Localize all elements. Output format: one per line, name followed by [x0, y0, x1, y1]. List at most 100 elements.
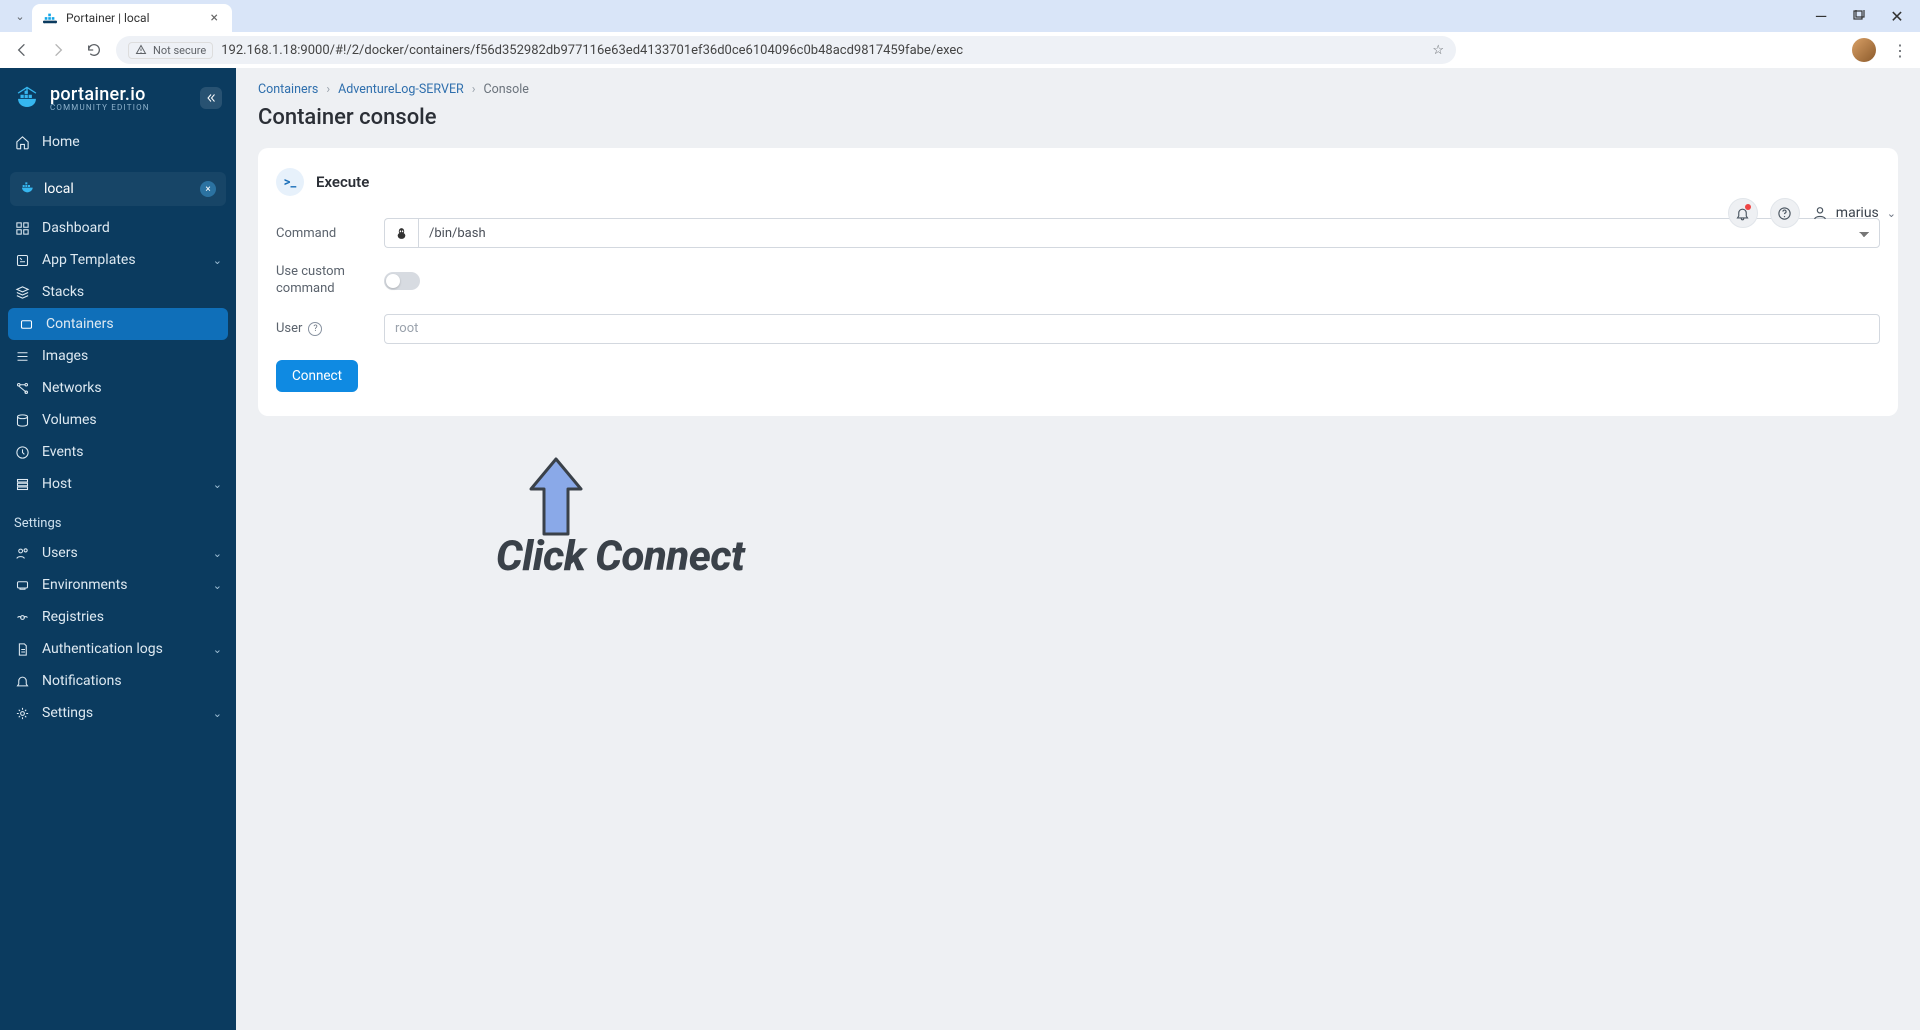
chevron-down-icon: ⌄ — [213, 579, 222, 592]
browser-tab[interactable]: Portainer | local × — [32, 4, 232, 32]
custom-command-label: Use custom command — [276, 264, 384, 298]
sidebar-item-volumes[interactable]: Volumes — [0, 404, 236, 436]
security-label: Not secure — [153, 44, 206, 57]
host-icon — [14, 477, 30, 492]
window-close[interactable]: ✕ — [1890, 9, 1904, 23]
chevron-down-icon: ⌄ — [1887, 207, 1896, 220]
breadcrumb-current: Console — [484, 82, 529, 97]
chevron-down-icon: ⌄ — [213, 547, 222, 560]
browser-menu-icon[interactable]: ⋮ — [1888, 41, 1912, 60]
window-controls: — ✕ — [1814, 9, 1912, 23]
notification-dot — [1745, 204, 1751, 210]
profile-avatar[interactable] — [1852, 38, 1876, 62]
sidebar-item-dashboard[interactable]: Dashboard — [0, 212, 236, 244]
docker-icon — [20, 179, 36, 199]
sidebar-item-label: Host — [42, 476, 72, 492]
settings-icon — [14, 706, 30, 721]
tab-title: Portainer | local — [66, 11, 207, 25]
sidebar-item-label: Images — [42, 348, 88, 364]
command-select[interactable]: /bin/bash — [418, 218, 1880, 248]
terminal-icon: >_ — [276, 168, 304, 196]
execute-card: >_ Execute Command /bin/bash Use cu — [258, 148, 1898, 416]
page-title: Container console — [258, 105, 1898, 130]
logo-subtitle: COMMUNITY EDITION — [50, 103, 150, 112]
user-label: User ? — [276, 321, 384, 336]
sidebar-item-label: Volumes — [42, 412, 97, 428]
sidebar-item-label: Home — [42, 134, 80, 150]
nav-back[interactable] — [8, 36, 36, 64]
sidebar-item-label: Settings — [42, 705, 93, 721]
security-chip[interactable]: Not secure — [128, 42, 213, 59]
portainer-favicon — [42, 10, 58, 26]
sidebar-item-registries[interactable]: Registries — [0, 601, 236, 633]
sidebar-item-stacks[interactable]: Stacks — [0, 276, 236, 308]
window-maximize[interactable] — [1852, 9, 1866, 23]
command-os-button[interactable] — [384, 218, 418, 248]
dashboard-icon — [14, 221, 30, 236]
main-area: Containers › AdventureLog-SERVER › Conso… — [236, 68, 1920, 1030]
chevron-down-icon: ⌄ — [213, 478, 222, 491]
sidebar: portainer.io COMMUNITY EDITION Home loca… — [0, 68, 236, 1030]
templates-icon — [14, 253, 30, 268]
user-name: marius — [1836, 205, 1879, 221]
breadcrumb: Containers › AdventureLog-SERVER › Conso… — [258, 82, 1898, 97]
sidebar-item-label: Authentication logs — [42, 641, 163, 657]
sidebar-item-label: Stacks — [42, 284, 84, 300]
sidebar-item-authentication-logs[interactable]: Authentication logs⌄ — [0, 633, 236, 665]
window-minimize[interactable]: — — [1814, 9, 1828, 23]
user-help-icon[interactable]: ? — [308, 322, 322, 336]
sidebar-item-events[interactable]: Events — [0, 436, 236, 468]
sidebar-item-label: Events — [42, 444, 83, 460]
sidebar-item-label: Environments — [42, 577, 127, 593]
tab-search-dropdown[interactable]: ⌄ — [8, 10, 32, 23]
tab-close-button[interactable]: × — [207, 10, 222, 26]
breadcrumb-sep: › — [472, 82, 476, 97]
sidebar-item-networks[interactable]: Networks — [0, 372, 236, 404]
nav-reload[interactable] — [80, 36, 108, 64]
sidebar-item-settings[interactable]: Settings ⌄ — [0, 697, 236, 729]
sidebar-collapse-button[interactable] — [200, 87, 222, 109]
sidebar-item-environments[interactable]: Environments ⌄ — [0, 569, 236, 601]
sidebar-item-home[interactable]: Home — [0, 126, 236, 158]
help-button[interactable] — [1770, 198, 1800, 228]
nav-forward[interactable] — [44, 36, 72, 64]
notifications-button[interactable] — [1728, 198, 1758, 228]
sidebar-settings-heading: Settings — [0, 500, 236, 537]
sidebar-item-label: Notifications — [42, 673, 122, 689]
sidebar-item-app-templates[interactable]: App Templates⌄ — [0, 244, 236, 276]
chevron-down-icon: ⌄ — [213, 707, 222, 720]
user-input[interactable] — [384, 314, 1880, 344]
logo-text: portainer.io — [50, 84, 150, 105]
url-text: 192.168.1.18:9000/#!/2/docker/containers… — [221, 43, 1432, 58]
users-icon — [14, 546, 30, 561]
sidebar-item-label: Containers — [46, 316, 114, 332]
volumes-icon — [14, 413, 30, 428]
connect-button[interactable]: Connect — [276, 360, 358, 392]
environment-close[interactable]: × — [200, 181, 216, 197]
custom-command-toggle[interactable] — [384, 272, 420, 290]
sidebar-item-notifications[interactable]: Notifications — [0, 665, 236, 697]
header-tools: marius ⌄ — [1728, 198, 1896, 228]
environment-name: local — [44, 181, 74, 197]
stacks-icon — [14, 285, 30, 300]
sidebar-item-users[interactable]: Users ⌄ — [0, 537, 236, 569]
sidebar-item-containers[interactable]: Containers — [8, 308, 228, 340]
sidebar-item-label: Users — [42, 545, 78, 561]
breadcrumb-containers[interactable]: Containers — [258, 82, 318, 97]
annotation-text: Click Connect — [496, 532, 744, 581]
command-label: Command — [276, 226, 384, 241]
notifications-icon — [14, 674, 30, 689]
sidebar-item-host[interactable]: Host ⌄ — [0, 468, 236, 500]
breadcrumb-container-name[interactable]: AdventureLog-SERVER — [338, 82, 464, 97]
chevron-left-double-icon — [205, 92, 217, 104]
not-secure-icon — [135, 44, 147, 56]
environment-selector[interactable]: local × — [10, 172, 226, 206]
user-menu[interactable]: marius ⌄ — [1812, 205, 1896, 221]
user-icon — [1812, 205, 1828, 221]
sidebar-item-images[interactable]: Images — [0, 340, 236, 372]
address-bar[interactable]: Not secure 192.168.1.18:9000/#!/2/docker… — [116, 36, 1456, 64]
networks-icon — [14, 381, 30, 396]
sidebar-item-label: Dashboard — [42, 220, 110, 236]
bookmark-star-icon[interactable]: ☆ — [1432, 43, 1444, 58]
environments-icon — [14, 578, 30, 593]
